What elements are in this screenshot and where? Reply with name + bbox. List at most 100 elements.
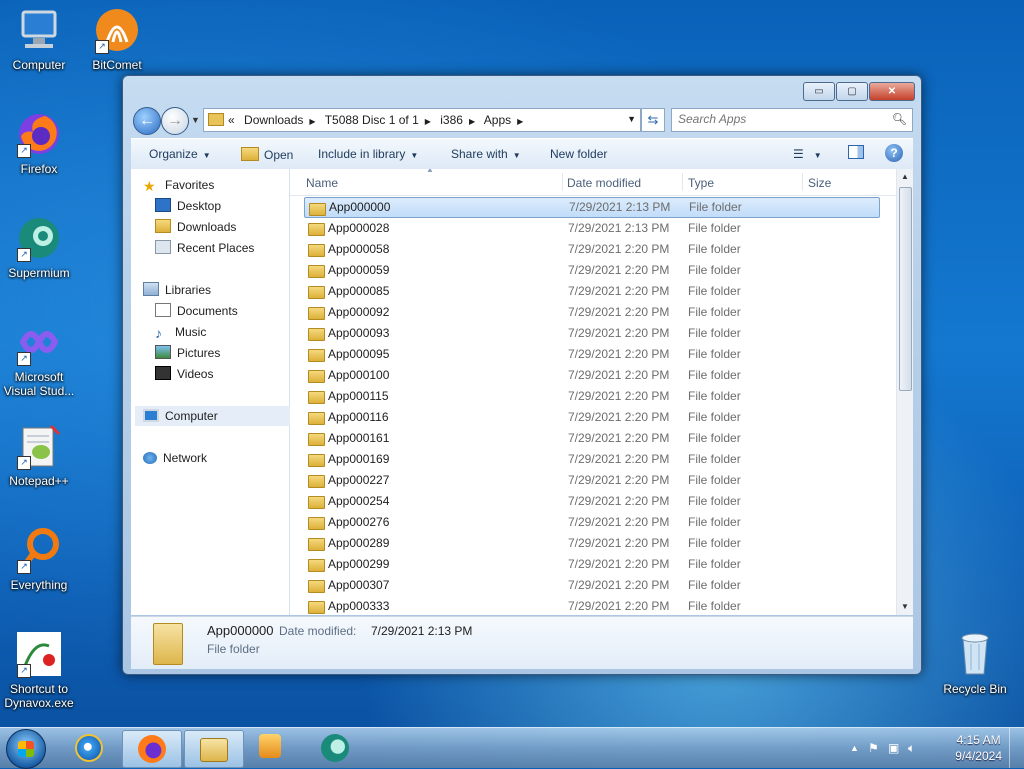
volume-muted-icon[interactable]: 🔈︎ [908, 741, 915, 756]
taskbar-explorer[interactable] [184, 730, 244, 768]
show-desktop-button[interactable] [1009, 728, 1024, 768]
nav-item-desktop[interactable]: Desktop [155, 196, 311, 216]
table-row[interactable]: App000115 7/29/2021 2:20 PM File folder [304, 386, 878, 407]
chevron-right-icon[interactable]: ▶ [425, 117, 431, 126]
desktop-icon-dynavox[interactable]: ↗ Shortcut to Dynavox.exe [2, 630, 76, 710]
maximize-button[interactable]: ▢ [836, 82, 868, 101]
breadcrumb-i386[interactable]: i386 [440, 113, 463, 127]
breadcrumb-t5088[interactable]: T5088 Disc 1 of 1 [325, 113, 419, 127]
desktop-icon-recycle-bin[interactable]: Recycle Bin [938, 630, 1012, 696]
change-view-button[interactable]: ☰ ▼ [793, 147, 822, 161]
taskbar-media-player[interactable] [244, 730, 302, 766]
taskbar-firefox[interactable] [122, 730, 182, 768]
table-row[interactable]: App000254 7/29/2021 2:20 PM File folder [304, 491, 878, 512]
nav-item-computer[interactable]: Computer [135, 406, 291, 426]
column-header-name[interactable]: Name [306, 176, 338, 190]
desktop-icon [155, 198, 171, 212]
chevron-right-icon[interactable]: ▶ [469, 117, 475, 126]
desktop-icon-computer[interactable]: Computer [2, 6, 76, 72]
forward-button[interactable]: → [161, 107, 189, 135]
refresh-button[interactable]: ⇆ [641, 108, 665, 132]
table-row[interactable]: App000058 7/29/2021 2:20 PM File folder [304, 239, 878, 260]
breadcrumb-apps[interactable]: Apps [484, 113, 511, 127]
file-type: File folder [688, 347, 741, 361]
nav-item-recent-places[interactable]: Recent Places [155, 238, 311, 258]
table-row[interactable]: App000093 7/29/2021 2:20 PM File folder [304, 323, 878, 344]
help-button[interactable]: ? [885, 144, 903, 162]
desktop-icon-bitcomet[interactable]: ↗ BitComet [80, 6, 154, 72]
taskbar-ie[interactable] [60, 730, 118, 766]
nav-item-downloads[interactable]: Downloads [155, 217, 311, 237]
action-center-flag-icon[interactable]: ⚑ [868, 741, 879, 755]
share-with-menu[interactable]: Share with ▼ [451, 147, 521, 161]
preview-pane-button[interactable] [848, 145, 864, 162]
nav-item-videos[interactable]: Videos [155, 364, 311, 384]
table-row[interactable]: App000299 7/29/2021 2:20 PM File folder [304, 554, 878, 575]
column-header-date[interactable]: Date modified [567, 176, 641, 190]
desktop-icon-visual-studio[interactable]: ↗ Microsoft Visual Stud... [2, 318, 76, 398]
address-dropdown-icon[interactable]: ▼ [627, 114, 636, 124]
scroll-up-icon[interactable]: ▲ [897, 169, 913, 185]
table-row[interactable]: App000085 7/29/2021 2:20 PM File folder [304, 281, 878, 302]
taskbar-supermium[interactable] [306, 730, 364, 766]
nav-item-documents[interactable]: Documents [155, 301, 311, 321]
start-button[interactable] [6, 729, 46, 769]
table-row[interactable]: App000059 7/29/2021 2:20 PM File folder [304, 260, 878, 281]
table-row[interactable]: App000100 7/29/2021 2:20 PM File folder [304, 365, 878, 386]
breadcrumb-downloads[interactable]: Downloads [244, 113, 303, 127]
table-row[interactable]: App000169 7/29/2021 2:20 PM File folder [304, 449, 878, 470]
column-header-type[interactable]: Type [688, 176, 714, 190]
open-button[interactable]: Open [241, 147, 293, 162]
table-row[interactable]: App000116 7/29/2021 2:20 PM File folder [304, 407, 878, 428]
include-in-library-menu[interactable]: Include in library ▼ [318, 147, 418, 161]
table-row[interactable]: App000333 7/29/2021 2:20 PM File folder [304, 596, 878, 615]
column-divider[interactable] [802, 173, 803, 191]
minimize-button[interactable]: ▭ [803, 82, 835, 101]
file-date: 7/29/2021 2:20 PM [568, 599, 670, 613]
file-date: 7/29/2021 2:20 PM [568, 305, 670, 319]
nav-item-pictures[interactable]: Pictures [155, 343, 311, 363]
close-button[interactable]: ✕ [869, 82, 915, 101]
table-row[interactable]: App000289 7/29/2021 2:20 PM File folder [304, 533, 878, 554]
file-date: 7/29/2021 2:20 PM [568, 536, 670, 550]
organize-menu[interactable]: Organize ▼ [149, 147, 211, 161]
chevron-right-icon[interactable]: ▶ [309, 117, 315, 126]
nav-label: Libraries [165, 283, 212, 297]
table-row[interactable]: App000161 7/29/2021 2:20 PM File folder [304, 428, 878, 449]
table-row[interactable]: App000227 7/29/2021 2:20 PM File folder [304, 470, 878, 491]
table-row[interactable]: App000276 7/29/2021 2:20 PM File folder [304, 512, 878, 533]
desktop-icon-notepadpp[interactable]: ↗ Notepad++ [2, 422, 76, 488]
search-box[interactable]: 🔍︎ [671, 108, 913, 132]
table-row[interactable]: App000092 7/29/2021 2:20 PM File folder [304, 302, 878, 323]
search-input[interactable] [672, 109, 894, 129]
desktop-icon-supermium[interactable]: ↗ Supermium [2, 214, 76, 280]
back-button[interactable]: ← [133, 107, 161, 135]
nav-item-music[interactable]: ♪ Music [155, 322, 311, 342]
table-row[interactable]: App000307 7/29/2021 2:20 PM File folder [304, 575, 878, 596]
network-status-icon[interactable]: ▣ [888, 741, 899, 755]
table-row[interactable]: App000028 7/29/2021 2:13 PM File folder [304, 218, 878, 239]
search-icon[interactable]: 🔍︎ [892, 112, 907, 126]
scroll-down-icon[interactable]: ▼ [897, 599, 913, 615]
column-divider[interactable] [682, 173, 683, 191]
breadcrumb-overflow[interactable]: « [228, 113, 235, 127]
address-bar[interactable]: « Downloads ▶ T5088 Disc 1 of 1 ▶ i386 ▶ Ap… [203, 108, 641, 132]
new-folder-button[interactable]: New folder [550, 147, 607, 161]
scrollbar-thumb[interactable] [899, 187, 912, 391]
column-header-size[interactable]: Size [808, 176, 831, 190]
file-date: 7/29/2021 2:20 PM [568, 473, 670, 487]
vertical-scrollbar[interactable]: ▲ ▼ [896, 169, 913, 615]
column-divider[interactable] [562, 173, 563, 191]
table-row[interactable]: App000095 7/29/2021 2:20 PM File folder [304, 344, 878, 365]
shortcut-arrow-icon: ↗ [17, 352, 31, 366]
desktop-icon-everything[interactable]: ↗ Everything [2, 526, 76, 592]
table-row[interactable]: App000000 7/29/2021 2:13 PM File folder [304, 197, 880, 218]
clock[interactable]: 4:15 AM 9/4/2024 [955, 732, 1002, 764]
nav-item-favorites[interactable]: ★ Favorites [143, 175, 299, 195]
show-hidden-icons-icon[interactable]: ▲ [850, 743, 859, 753]
nav-item-libraries[interactable]: Libraries [143, 280, 299, 300]
desktop-icon-firefox[interactable]: ↗ Firefox [2, 110, 76, 176]
recent-pages-dropdown[interactable]: ▼ [191, 115, 200, 125]
chevron-right-icon[interactable]: ▶ [517, 117, 523, 126]
nav-item-network[interactable]: Network [143, 448, 299, 468]
